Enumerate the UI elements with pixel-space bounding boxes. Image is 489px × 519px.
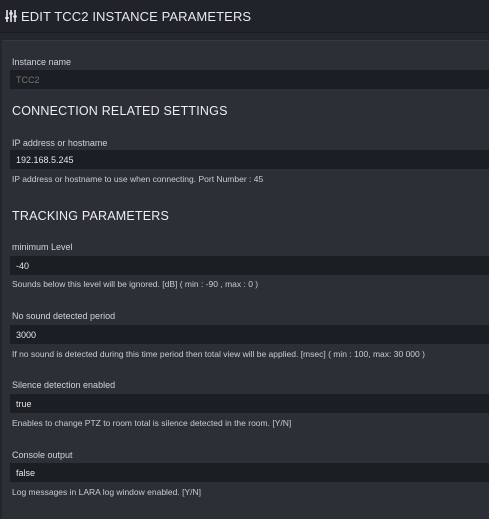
page-title: EDIT TCC2 INSTANCE PARAMETERS bbox=[21, 8, 252, 24]
ip-address-label: IP address or hostname bbox=[12, 138, 108, 148]
console-output-help: Log messages in LARA log window enabled.… bbox=[12, 487, 202, 497]
connection-section-heading: CONNECTION RELATED SETTINGS bbox=[12, 104, 228, 118]
min-level-input[interactable] bbox=[10, 256, 489, 275]
silence-detection-input[interactable] bbox=[10, 394, 489, 413]
instance-name-label: Instance name bbox=[12, 57, 72, 67]
page-header: EDIT TCC2 INSTANCE PARAMETERS bbox=[0, 0, 489, 33]
silence-detection-label: Silence detection enabled bbox=[12, 380, 116, 390]
tracking-section-heading: TRACKING PARAMETERS bbox=[12, 209, 170, 223]
parameters-panel: Instance name CONNECTION RELATED SETTING… bbox=[2, 40, 489, 519]
min-level-label: minimum Level bbox=[12, 242, 73, 252]
instance-name-input[interactable] bbox=[10, 70, 489, 89]
min-level-help: Sounds below this level will be ignored.… bbox=[12, 279, 259, 289]
console-output-label: Console output bbox=[12, 450, 73, 460]
ip-address-help: IP address or hostname to use when conne… bbox=[12, 174, 264, 184]
console-output-input[interactable] bbox=[10, 463, 489, 482]
ip-address-input[interactable] bbox=[10, 150, 489, 169]
sliders-icon bbox=[5, 10, 17, 22]
no-sound-period-input[interactable] bbox=[10, 325, 489, 344]
no-sound-period-help: If no sound is detected during this time… bbox=[12, 349, 425, 359]
no-sound-period-label: No sound detected period bbox=[12, 311, 116, 321]
silence-detection-help: Enables to change PTZ to room total is s… bbox=[12, 418, 292, 428]
